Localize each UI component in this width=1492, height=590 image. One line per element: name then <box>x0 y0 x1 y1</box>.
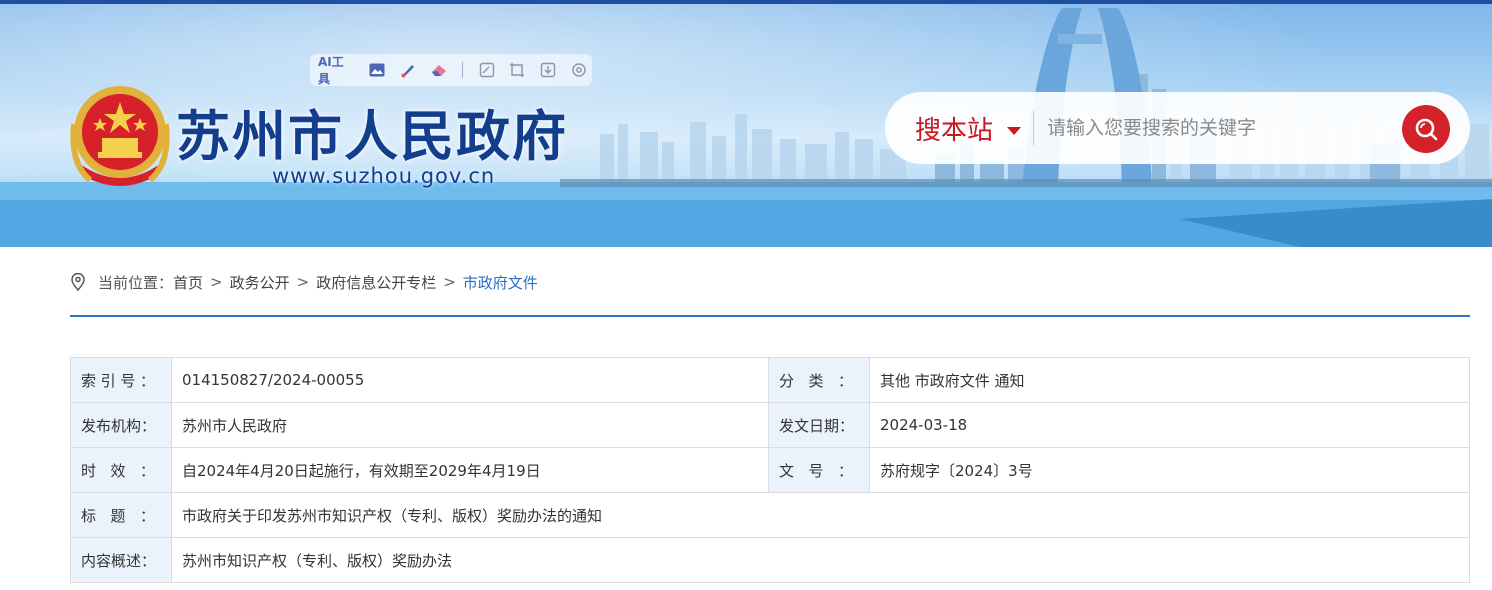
issue-date-value: 2024-03-18 <box>869 402 1470 448</box>
image-icon[interactable] <box>364 57 391 83</box>
issuer-label: 发布机构： <box>70 402 172 448</box>
title-label: 标题： <box>70 492 172 538</box>
search-scope-select[interactable]: 搜本站 <box>915 110 993 147</box>
eraser-icon[interactable] <box>425 57 452 83</box>
table-row: 索引号： 014150827/2024-00055 分类： 其他 市政府文件 通… <box>70 357 1470 403</box>
breadcrumb-gov-affairs[interactable]: 政务公开 <box>230 272 290 293</box>
table-row: 时效： 自2024年4月20日起施行，有效期至2029年4月19日 文号： 苏府… <box>70 447 1470 493</box>
brush-icon[interactable] <box>395 57 422 83</box>
table-row: 发布机构： 苏州市人民政府 发文日期： 2024-03-18 <box>70 402 1470 448</box>
table-row: 标题： 市政府关于印发苏州市知识产权（专利、版权）奖励办法的通知 <box>70 492 1470 538</box>
breadcrumb-separator: > <box>296 273 310 291</box>
search-input[interactable] <box>1047 110 1387 146</box>
index-no-label: 索引号： <box>70 357 172 403</box>
site-title: 苏州市人民政府 <box>176 104 568 168</box>
edit-icon[interactable] <box>473 57 500 83</box>
index-no-value: 014150827/2024-00055 <box>171 357 769 403</box>
search-icon <box>1415 118 1438 141</box>
summary-label: 内容概述： <box>70 537 172 583</box>
validity-value: 自2024年4月20日起施行，有效期至2029年4月19日 <box>171 447 769 493</box>
summary-value: 苏州市知识产权（专利、版权）奖励办法 <box>171 537 1470 583</box>
search-button[interactable] <box>1402 105 1450 153</box>
settings-icon[interactable] <box>565 57 592 83</box>
breadcrumb-home[interactable]: 首页 <box>173 272 203 293</box>
site-search: 搜本站 <box>885 92 1470 164</box>
national-emblem-logo <box>70 86 170 186</box>
category-label: 分类： <box>768 357 870 403</box>
toolbar-divider <box>462 62 464 78</box>
site-banner: 苏州市人民政府 www.suzhou.gov.cn AI工具 搜本站 <box>0 4 1492 247</box>
search-divider <box>1033 111 1034 145</box>
breadcrumb-separator: > <box>210 273 223 291</box>
breadcrumb-underline <box>70 315 1470 317</box>
crop-icon[interactable] <box>504 57 531 83</box>
site-url: www.suzhou.gov.cn <box>272 164 496 188</box>
ai-tools-label[interactable]: AI工具 <box>318 53 354 87</box>
breadcrumb-separator: > <box>443 273 456 291</box>
breadcrumb-info-column[interactable]: 政府信息公开专栏 <box>316 272 436 293</box>
chevron-down-icon[interactable] <box>1007 127 1021 135</box>
breadcrumb-prefix: 当前位置： <box>98 273 174 292</box>
issue-date-label: 发文日期： <box>768 402 870 448</box>
download-icon[interactable] <box>535 57 562 83</box>
location-pin-icon <box>70 273 86 291</box>
breadcrumb-current[interactable]: 市政府文件 <box>463 272 538 293</box>
ai-toolbar: AI工具 <box>310 54 592 86</box>
breadcrumb: 当前位置： 首页 > 政务公开 > 政府信息公开专栏 > 市政府文件 <box>70 270 538 294</box>
doc-no-label: 文号： <box>768 447 870 493</box>
table-row: 内容概述： 苏州市知识产权（专利、版权）奖励办法 <box>70 537 1470 583</box>
validity-label: 时效： <box>70 447 172 493</box>
title-value: 市政府关于印发苏州市知识产权（专利、版权）奖励办法的通知 <box>171 492 1470 538</box>
issuer-value: 苏州市人民政府 <box>171 402 769 448</box>
category-value: 其他 市政府文件 通知 <box>869 357 1470 403</box>
doc-no-value: 苏府规字〔2024〕3号 <box>869 447 1470 493</box>
document-info-table: 索引号： 014150827/2024-00055 分类： 其他 市政府文件 通… <box>70 357 1470 583</box>
